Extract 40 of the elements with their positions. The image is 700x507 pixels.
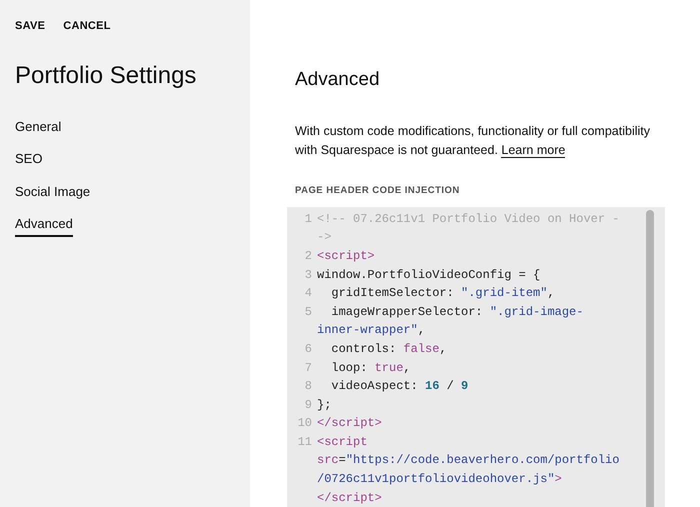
line-number: 10	[296, 415, 313, 432]
code-line: loop: true,	[330, 360, 411, 376]
line-number: 2	[304, 248, 313, 265]
code-line: <script	[317, 434, 368, 451]
code-line: <script>	[317, 248, 375, 265]
code-line: <!-- 07.26c11v1 Portfolio Video on Hover -	[317, 210, 620, 228]
cancel-button[interactable]: CANCEL	[63, 18, 111, 34]
line-number: 7	[304, 360, 313, 376]
nav-item[interactable]: Advanced	[15, 214, 73, 236]
line-number: 9	[304, 396, 313, 414]
code-label: PAGE HEADER CODE INJECTION	[295, 184, 461, 198]
page-title: Portfolio Settings	[15, 60, 198, 90]
line-number: 1	[304, 210, 313, 228]
scrollbar[interactable]	[646, 210, 654, 507]
nav-item[interactable]: SEO	[15, 149, 42, 172]
line-number: 11	[296, 434, 313, 451]
code-line: videoAspect: 16 / 9	[330, 378, 468, 396]
code-line: controls: false,	[330, 340, 447, 358]
line-number: 5	[304, 304, 313, 321]
code-line: src="https://code.beaverhero.com/portfolio	[317, 452, 620, 470]
code-line: };	[317, 396, 332, 414]
line-number: 4	[304, 285, 313, 302]
section-title: Advanced	[295, 68, 381, 92]
line-number: 6	[304, 340, 313, 358]
code-editor[interactable]	[287, 206, 665, 507]
code-line: </script>	[317, 415, 382, 432]
line-number: 3	[304, 266, 313, 284]
code-line: window.PortfolioVideoConfig = {	[317, 266, 540, 284]
code-line: gridItemSelector: ".grid-item",	[330, 285, 555, 302]
description-text: With custom code modifications, functionality or full compatibility with Squarespace is not guaranteed. Learn more	[295, 122, 652, 160]
code-line: </script>	[317, 490, 382, 507]
learn-more-link[interactable]: Learn more	[501, 142, 566, 158]
code-line: /0726c11v1portfoliovideohover.js">	[317, 471, 562, 488]
code-line: imageWrapperSelector: ".grid-image-	[330, 304, 584, 321]
nav-item[interactable]: Social Image	[15, 182, 90, 204]
nav-item[interactable]: General	[15, 116, 62, 139]
line-number: 8	[304, 378, 313, 396]
code-line: inner-wrapper",	[317, 322, 426, 340]
save-button[interactable]: SAVE	[15, 18, 46, 34]
code-line: ->	[317, 229, 332, 246]
